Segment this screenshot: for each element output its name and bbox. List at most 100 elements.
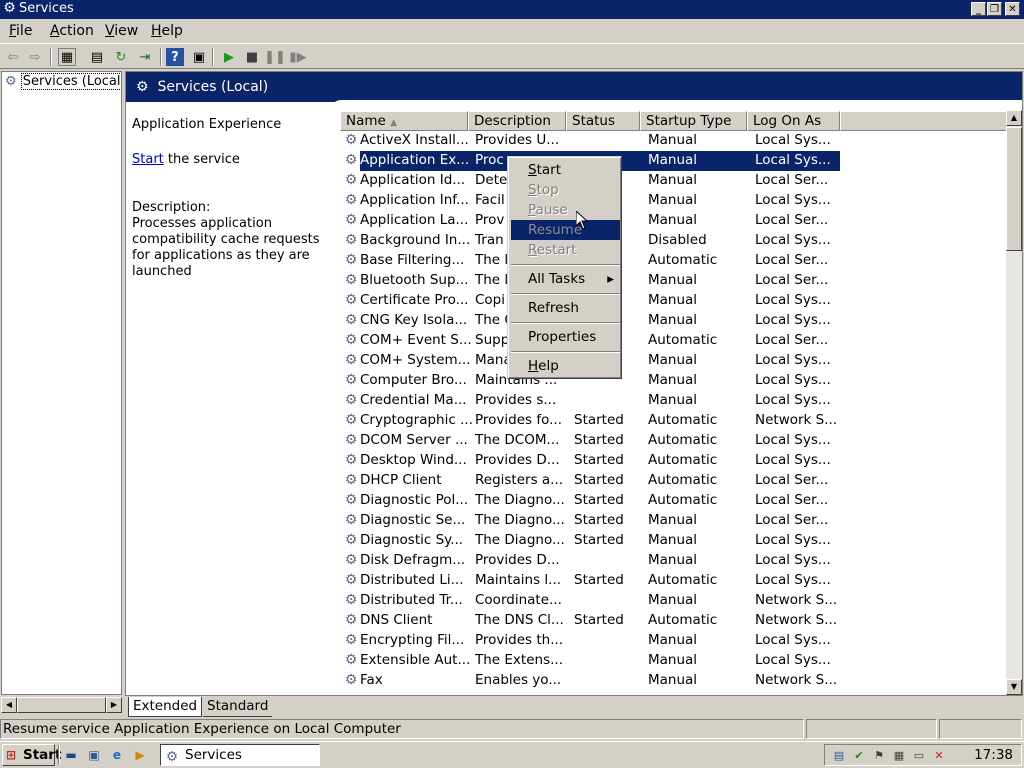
table-row[interactable]: ⚙ Application La... Prov Manual Local Ser... — [340, 211, 1010, 231]
table-row[interactable]: ⚙ DNS Client The DNS Cl... Started Automatic… — [340, 611, 1010, 631]
tree-node-services-local[interactable]: ⚙ Services (Local) — [5, 73, 121, 90]
start-button[interactable]: ⊞ Start — [2, 744, 61, 766]
service-log-on-as: Local Ser... — [755, 272, 829, 288]
close-button[interactable]: ✕ — [1005, 2, 1020, 16]
column-header-description[interactable]: Description — [468, 111, 566, 131]
table-row[interactable]: ⚙ Computer Bro... Maintains ... Manual Local… — [340, 371, 1010, 391]
table-row[interactable]: ⚙ Diagnostic Se... The Diagno... Started Man… — [340, 511, 1010, 531]
context-menu-item-properties[interactable]: Properties — [511, 327, 620, 347]
minimize-button[interactable]: _ — [971, 2, 986, 16]
table-row[interactable]: ⚙ Diagnostic Pol... The Diagno... Started Au… — [340, 491, 1010, 511]
clock[interactable]: 17:38 — [974, 747, 1013, 763]
restart-icon[interactable]: ▮▶ — [289, 48, 307, 66]
context-menu-item-pause[interactable]: Pause — [511, 200, 620, 220]
service-log-on-as: Local Ser... — [755, 512, 829, 528]
printer-tray-icon[interactable]: ▭ — [911, 748, 927, 764]
column-header-name[interactable]: Name ▲ — [340, 111, 468, 131]
table-row[interactable]: ⚙ ActiveX Install... Provides U... Manual Lo… — [340, 131, 1010, 151]
table-row[interactable]: ⚙ Desktop Wind... Provides D... Started Auto… — [340, 451, 1010, 471]
table-row[interactable]: ⚙ COM+ System... Mana Manual Local Sys... — [340, 351, 1010, 371]
context-menu-item-restart[interactable]: Restart — [511, 240, 620, 260]
taskbar-button-services[interactable]: ⚙ Services — [160, 744, 320, 766]
service-startup-type: Manual — [648, 292, 698, 308]
table-row[interactable]: ⚙ COM+ Event S... Supp Automatic Local Ser..… — [340, 331, 1010, 351]
column-header-log-on-as[interactable]: Log On As — [747, 111, 840, 131]
table-row[interactable]: ⚙ Base Filtering... The l Automatic Local Se… — [340, 251, 1010, 271]
tab-extended[interactable]: Extended — [128, 697, 203, 717]
export-icon[interactable]: ⇥ — [136, 48, 154, 66]
media-player-icon[interactable]: ▶ — [132, 747, 148, 763]
menu-view[interactable]: View — [105, 23, 138, 39]
table-row[interactable]: ⚙ Bluetooth Sup... The l Manual Local Ser... — [340, 271, 1010, 291]
properties-icon[interactable]: ▣ — [190, 48, 208, 66]
scroll-thumb[interactable] — [17, 697, 106, 713]
context-menu-item-help[interactable]: Help — [511, 356, 620, 376]
tree-horizontal-scrollbar[interactable]: ◀ ▶ — [1, 697, 122, 714]
title-bar[interactable]: ⚙ Services _ ❐ ✕ — [0, 0, 1024, 19]
table-row[interactable]: ⚙ Application Id... Dete Manual Local Ser... — [340, 171, 1010, 191]
column-header-status[interactable]: Status — [566, 111, 640, 131]
security-check-tray-icon[interactable]: ✔ — [851, 748, 867, 764]
table-row[interactable]: ⚙ Application Ex... Proc Manual Local Sys... — [340, 151, 1010, 171]
table-row[interactable]: ⚙ DCOM Server ... The DCOM... Started Automa… — [340, 431, 1010, 451]
service-name: Distributed Tr... — [360, 592, 463, 608]
table-row[interactable]: ⚙ Distributed Tr... Coordinate... Manual Net… — [340, 591, 1010, 611]
column-header-filler — [840, 111, 1022, 131]
column-header-startup-type[interactable]: Startup Type — [640, 111, 747, 131]
play-icon[interactable]: ▶ — [220, 48, 238, 66]
table-row[interactable]: ⚙ Disk Defragm... Provides D... Manual Local… — [340, 551, 1010, 571]
context-menu-item-all-tasks[interactable]: All Tasks ▸ — [511, 269, 620, 289]
start-service-link[interactable]: Start — [132, 152, 164, 167]
table-row[interactable]: ⚙ Certificate Pro... Copi Manual Local Sys..… — [340, 291, 1010, 311]
service-log-on-as: Local Sys... — [755, 132, 831, 148]
back-arrow-icon[interactable]: ⇦ — [4, 48, 22, 66]
context-menu-item-start[interactable]: Start — [511, 160, 620, 180]
table-row[interactable]: ⚙ Extensible Aut... The Extens... Manual Loc… — [340, 651, 1010, 671]
table-row[interactable]: ⚙ Distributed Li... Maintains l... Started A… — [340, 571, 1010, 591]
table-row[interactable]: ⚙ Fax Enables yo... Manual Network S... — [340, 671, 1010, 691]
stop-icon[interactable]: ■ — [243, 48, 261, 66]
export-list-icon[interactable]: ▤ — [88, 48, 106, 66]
service-log-on-as: Local Sys... — [755, 572, 831, 588]
show-desktop-icon[interactable]: ▬ — [63, 747, 79, 763]
service-gear-icon: ⚙ — [344, 672, 358, 688]
scroll-up-icon[interactable]: ▲ — [1006, 110, 1022, 126]
tab-standard[interactable]: Standard — [203, 697, 273, 717]
internet-explorer-icon[interactable]: e — [109, 747, 125, 763]
table-row[interactable]: ⚙ DHCP Client Registers a... Started Automat… — [340, 471, 1010, 491]
table-row[interactable]: ⚙ Background In... Tran Disabled Local Sys..… — [340, 231, 1010, 251]
context-menu-item-stop[interactable]: Stop — [511, 180, 620, 200]
context-menu-item-refresh[interactable]: Refresh — [511, 298, 620, 318]
menu-file[interactable]: File — [9, 23, 32, 39]
refresh-icon[interactable]: ↻ — [112, 48, 130, 66]
flag-tray-icon[interactable]: ⚑ — [871, 748, 887, 764]
context-menu-item-resume[interactable]: Resume — [511, 220, 620, 240]
system-tray: ▤ ✔ ⚑ ▦ ▭ ✕ 17:38 — [824, 744, 1022, 766]
pause-icon[interactable]: ❚❚ — [264, 48, 286, 66]
service-name: Extensible Aut... — [360, 652, 471, 668]
scroll-left-icon[interactable]: ◀ — [1, 697, 17, 713]
scroll-thumb[interactable] — [1006, 127, 1022, 251]
scroll-right-icon[interactable]: ▶ — [106, 697, 122, 713]
forward-arrow-icon[interactable]: ⇨ — [26, 48, 44, 66]
table-row[interactable]: ⚙ Application Inf... Facil Manual Local Sys.… — [340, 191, 1010, 211]
help-icon[interactable]: ? — [166, 48, 184, 66]
table-row[interactable]: ⚙ Diagnostic Sy... The Diagno... Started Man… — [340, 531, 1010, 551]
clipboard-tray-icon[interactable]: ▤ — [831, 748, 847, 764]
server-manager-icon[interactable]: ▣ — [86, 747, 102, 763]
table-row[interactable]: ⚙ Encrypting Fil... Provides th... Manual Lo… — [340, 631, 1010, 651]
table-row[interactable]: ⚙ Cryptographic ... Provides fo... Started A… — [340, 411, 1010, 431]
volume-muted-tray-icon[interactable]: ✕ — [931, 748, 947, 764]
list-vertical-scrollbar[interactable]: ▲ ▼ — [1006, 110, 1022, 695]
scroll-down-icon[interactable]: ▼ — [1006, 679, 1022, 695]
menu-help[interactable]: Help — [151, 23, 183, 39]
service-log-on-as: Local Sys... — [755, 152, 831, 168]
table-row[interactable]: ⚙ CNG Key Isola... The C Manual Local Sys... — [340, 311, 1010, 331]
service-startup-type: Manual — [648, 632, 698, 648]
network-tray-icon[interactable]: ▦ — [891, 748, 907, 764]
maximize-button[interactable]: ❐ — [987, 2, 1002, 16]
menu-action[interactable]: Action — [50, 23, 94, 39]
table-row[interactable]: ⚙ Credential Ma... Provides s... Manual Loca… — [340, 391, 1010, 411]
service-status: Started — [574, 512, 624, 528]
show-hide-tree-icon[interactable]: ▦ — [58, 48, 76, 66]
